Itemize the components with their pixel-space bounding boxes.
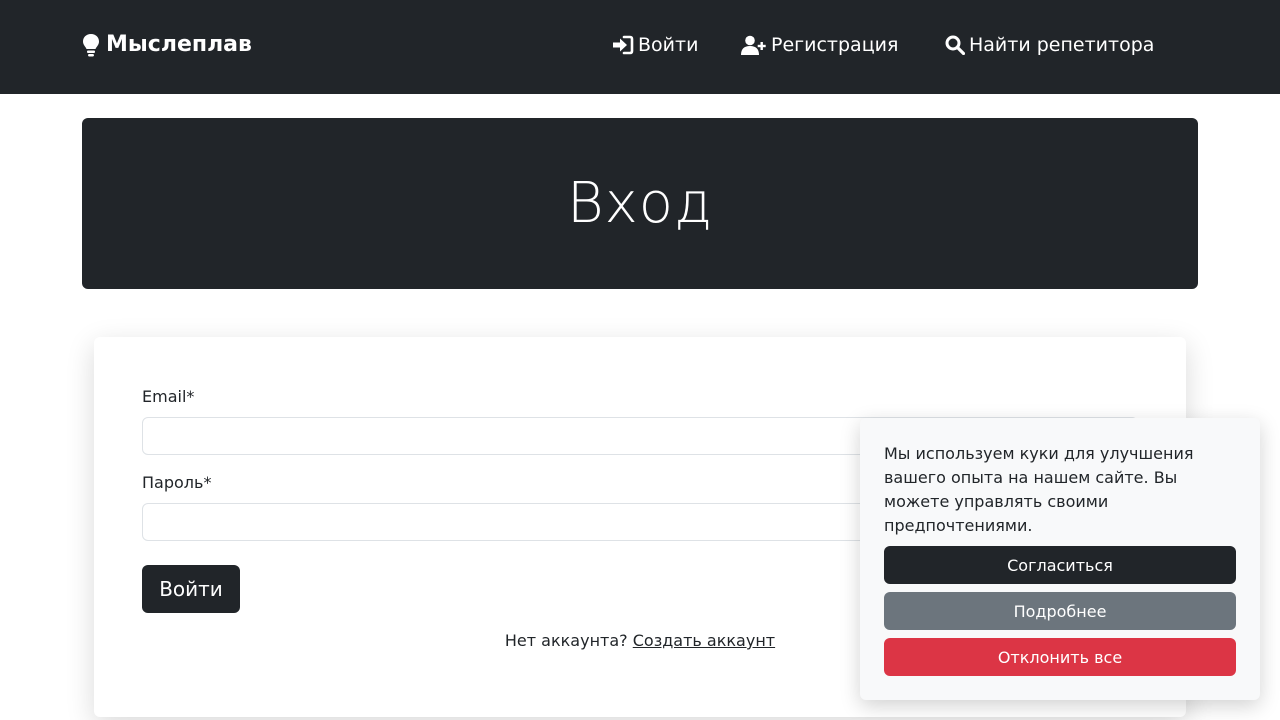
nav-register-link[interactable]: Регистрация [741,34,898,56]
nav-login-label: Войти [638,34,699,56]
nav-login-link[interactable]: Войти [612,34,698,56]
lightbulb-icon [83,33,99,56]
create-account-link[interactable]: Создать аккаунт [633,631,775,650]
search-icon [945,35,965,55]
brand-link[interactable]: Мыслеплав [82,32,252,57]
no-account-text: Нет аккаунта? [504,631,628,650]
cookie-accept-button[interactable]: Согласиться [884,546,1236,584]
sign-in-icon [613,35,634,55]
nav-find-tutor-label: Найти репетитора [969,34,1155,56]
navbar: Мыслеплав Войти Регистрация Найти репети… [0,0,1280,94]
login-button[interactable]: Войти [142,565,240,613]
user-plus-icon [741,35,766,55]
password-label: Пароль* [142,473,212,492]
cookie-text: Мы используем куки для улучшения вашего … [884,444,1194,535]
cookie-more-button[interactable]: Подробнее [884,592,1236,630]
page-title: Вход [567,171,713,236]
nav-register-label: Регистрация [771,34,899,56]
nav-find-tutor-link[interactable]: Найти репетитора [945,34,1154,56]
cookie-decline-button[interactable]: Отклонить все [884,638,1236,676]
email-label: Email* [142,387,195,406]
brand-name: Мыслеплав [106,32,252,57]
cookie-banner: Мы используем куки для улучшения вашего … [860,418,1260,700]
hero-banner: Вход [82,118,1198,289]
